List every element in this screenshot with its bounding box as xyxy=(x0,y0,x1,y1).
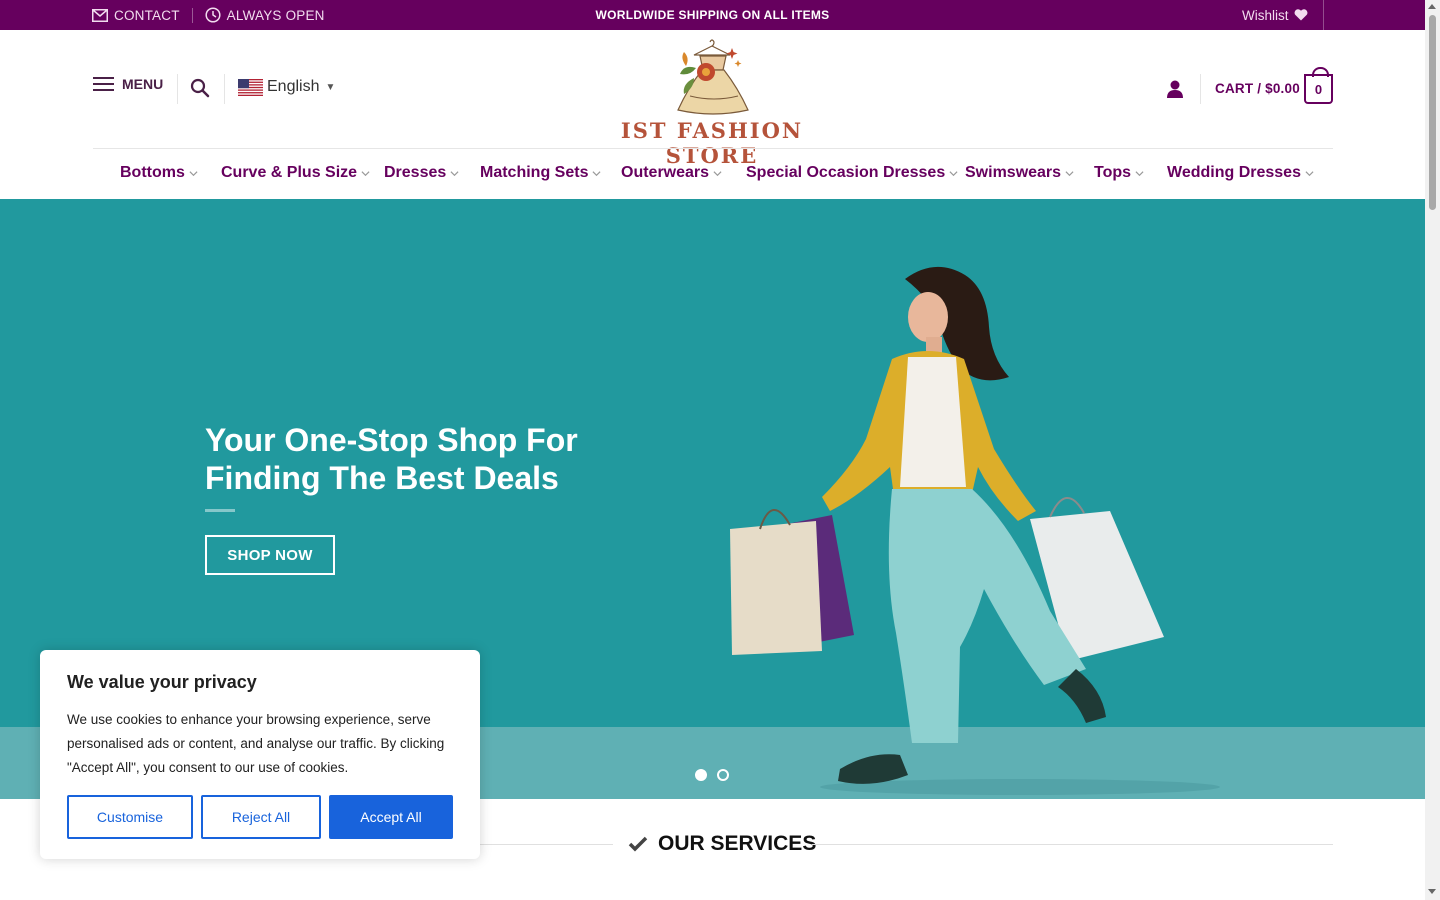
chevron-down-icon xyxy=(592,170,601,176)
nav-label: Curve & Plus Size xyxy=(221,164,358,181)
accept-all-button[interactable]: Accept All xyxy=(329,795,453,839)
divider xyxy=(1323,0,1324,30)
chevron-down-icon xyxy=(713,170,722,176)
nav-item-swimswears[interactable]: Swimswears xyxy=(965,164,1074,182)
slider-dot-1[interactable] xyxy=(695,769,707,781)
cart-count-badge[interactable]: 0 xyxy=(1304,67,1333,104)
services-title: OUR SERVICES xyxy=(658,832,817,855)
reject-all-button[interactable]: Reject All xyxy=(201,795,321,839)
wishlist-link[interactable]: Wishlist xyxy=(1242,0,1308,30)
customise-button[interactable]: Customise xyxy=(67,795,193,839)
menu-label: MENU xyxy=(122,76,164,92)
nav-label: Outerwears xyxy=(621,164,710,181)
nav-label: Wedding Dresses xyxy=(1167,164,1301,181)
shop-now-button[interactable]: SHOP NOW xyxy=(205,535,335,575)
chevron-down-icon xyxy=(189,170,198,176)
language-selector[interactable]: English ▼ xyxy=(238,78,335,96)
scroll-thumb[interactable] xyxy=(1429,15,1436,210)
cookie-consent-banner: We value your privacy We use cookies to … xyxy=(40,650,480,859)
store-logo[interactable]: IST FASHION STORE xyxy=(586,36,838,168)
hero-woman-shopping-image xyxy=(730,266,1220,795)
scroll-up-arrow-icon[interactable] xyxy=(1428,4,1436,9)
nav-item-curve-plus-size[interactable]: Curve & Plus Size xyxy=(221,164,370,182)
hero-title: Your One-Stop Shop For Finding The Best … xyxy=(205,422,578,496)
caret-down-icon: ▼ xyxy=(325,81,336,93)
chevron-down-icon xyxy=(361,170,370,176)
nav-label: Dresses xyxy=(384,164,447,181)
hamburger-icon xyxy=(93,77,114,91)
nav-label: Special Occasion Dresses xyxy=(746,164,946,181)
chevron-down-icon xyxy=(1305,170,1314,176)
scroll-down-arrow-icon[interactable] xyxy=(1428,889,1436,894)
header: MENU English ▼ IST FASHION STORE CART / … xyxy=(0,30,1425,168)
cookie-text: We use cookies to enhance your browsing … xyxy=(67,712,445,775)
cart-link[interactable]: CART / $0.00 xyxy=(1215,81,1300,96)
user-icon xyxy=(1167,80,1183,98)
search-icon xyxy=(190,78,210,98)
chevron-down-icon xyxy=(1135,170,1144,176)
nav-label: Tops xyxy=(1094,164,1132,181)
checkmark-icon xyxy=(628,836,648,852)
shipping-banner: WORLDWIDE SHIPPING ON ALL ITEMS xyxy=(595,8,830,22)
services-heading: OUR SERVICES xyxy=(628,832,816,856)
us-flag-icon xyxy=(238,78,263,96)
chevron-down-icon xyxy=(450,170,459,176)
slider-dot-2[interactable] xyxy=(717,769,729,781)
page: CONTACT ALWAYS OPEN WORLDWIDE SHIPPING O… xyxy=(0,0,1440,900)
dress-logo-icon xyxy=(677,39,749,115)
nav-item-outerwears[interactable]: Outerwears xyxy=(621,164,722,182)
nav-item-dresses[interactable]: Dresses xyxy=(384,164,459,182)
account-button[interactable] xyxy=(1165,79,1185,99)
heart-icon xyxy=(1294,9,1307,21)
main-nav: Bottoms Curve & Plus Size Dresses Matchi… xyxy=(0,149,1425,199)
nav-label: Matching Sets xyxy=(480,164,589,181)
divider xyxy=(177,74,178,104)
nav-item-matching-sets[interactable]: Matching Sets xyxy=(480,164,601,182)
nav-item-bottoms[interactable]: Bottoms xyxy=(120,164,198,182)
nav-item-special-occasion-dresses[interactable]: Special Occasion Dresses xyxy=(746,164,958,182)
cookie-title: We value your privacy xyxy=(67,672,257,692)
divider xyxy=(224,74,225,104)
search-button[interactable] xyxy=(190,78,212,100)
language-label: English xyxy=(267,78,320,95)
nav-item-tops[interactable]: Tops xyxy=(1094,164,1144,182)
divider xyxy=(812,844,1333,845)
nav-item-wedding-dresses[interactable]: Wedding Dresses xyxy=(1167,164,1314,182)
menu-button[interactable]: MENU xyxy=(93,76,163,92)
chevron-down-icon xyxy=(949,170,958,176)
hero-divider xyxy=(205,509,235,512)
wishlist-label: Wishlist xyxy=(1242,7,1289,23)
nav-label: Bottoms xyxy=(120,164,185,181)
scrollbar[interactable] xyxy=(1425,0,1440,900)
nav-label: Swimswears xyxy=(965,164,1062,181)
slider-dots xyxy=(695,769,729,781)
top-bar: CONTACT ALWAYS OPEN WORLDWIDE SHIPPING O… xyxy=(0,0,1425,30)
chevron-down-icon xyxy=(1065,170,1074,176)
divider xyxy=(1200,74,1201,104)
